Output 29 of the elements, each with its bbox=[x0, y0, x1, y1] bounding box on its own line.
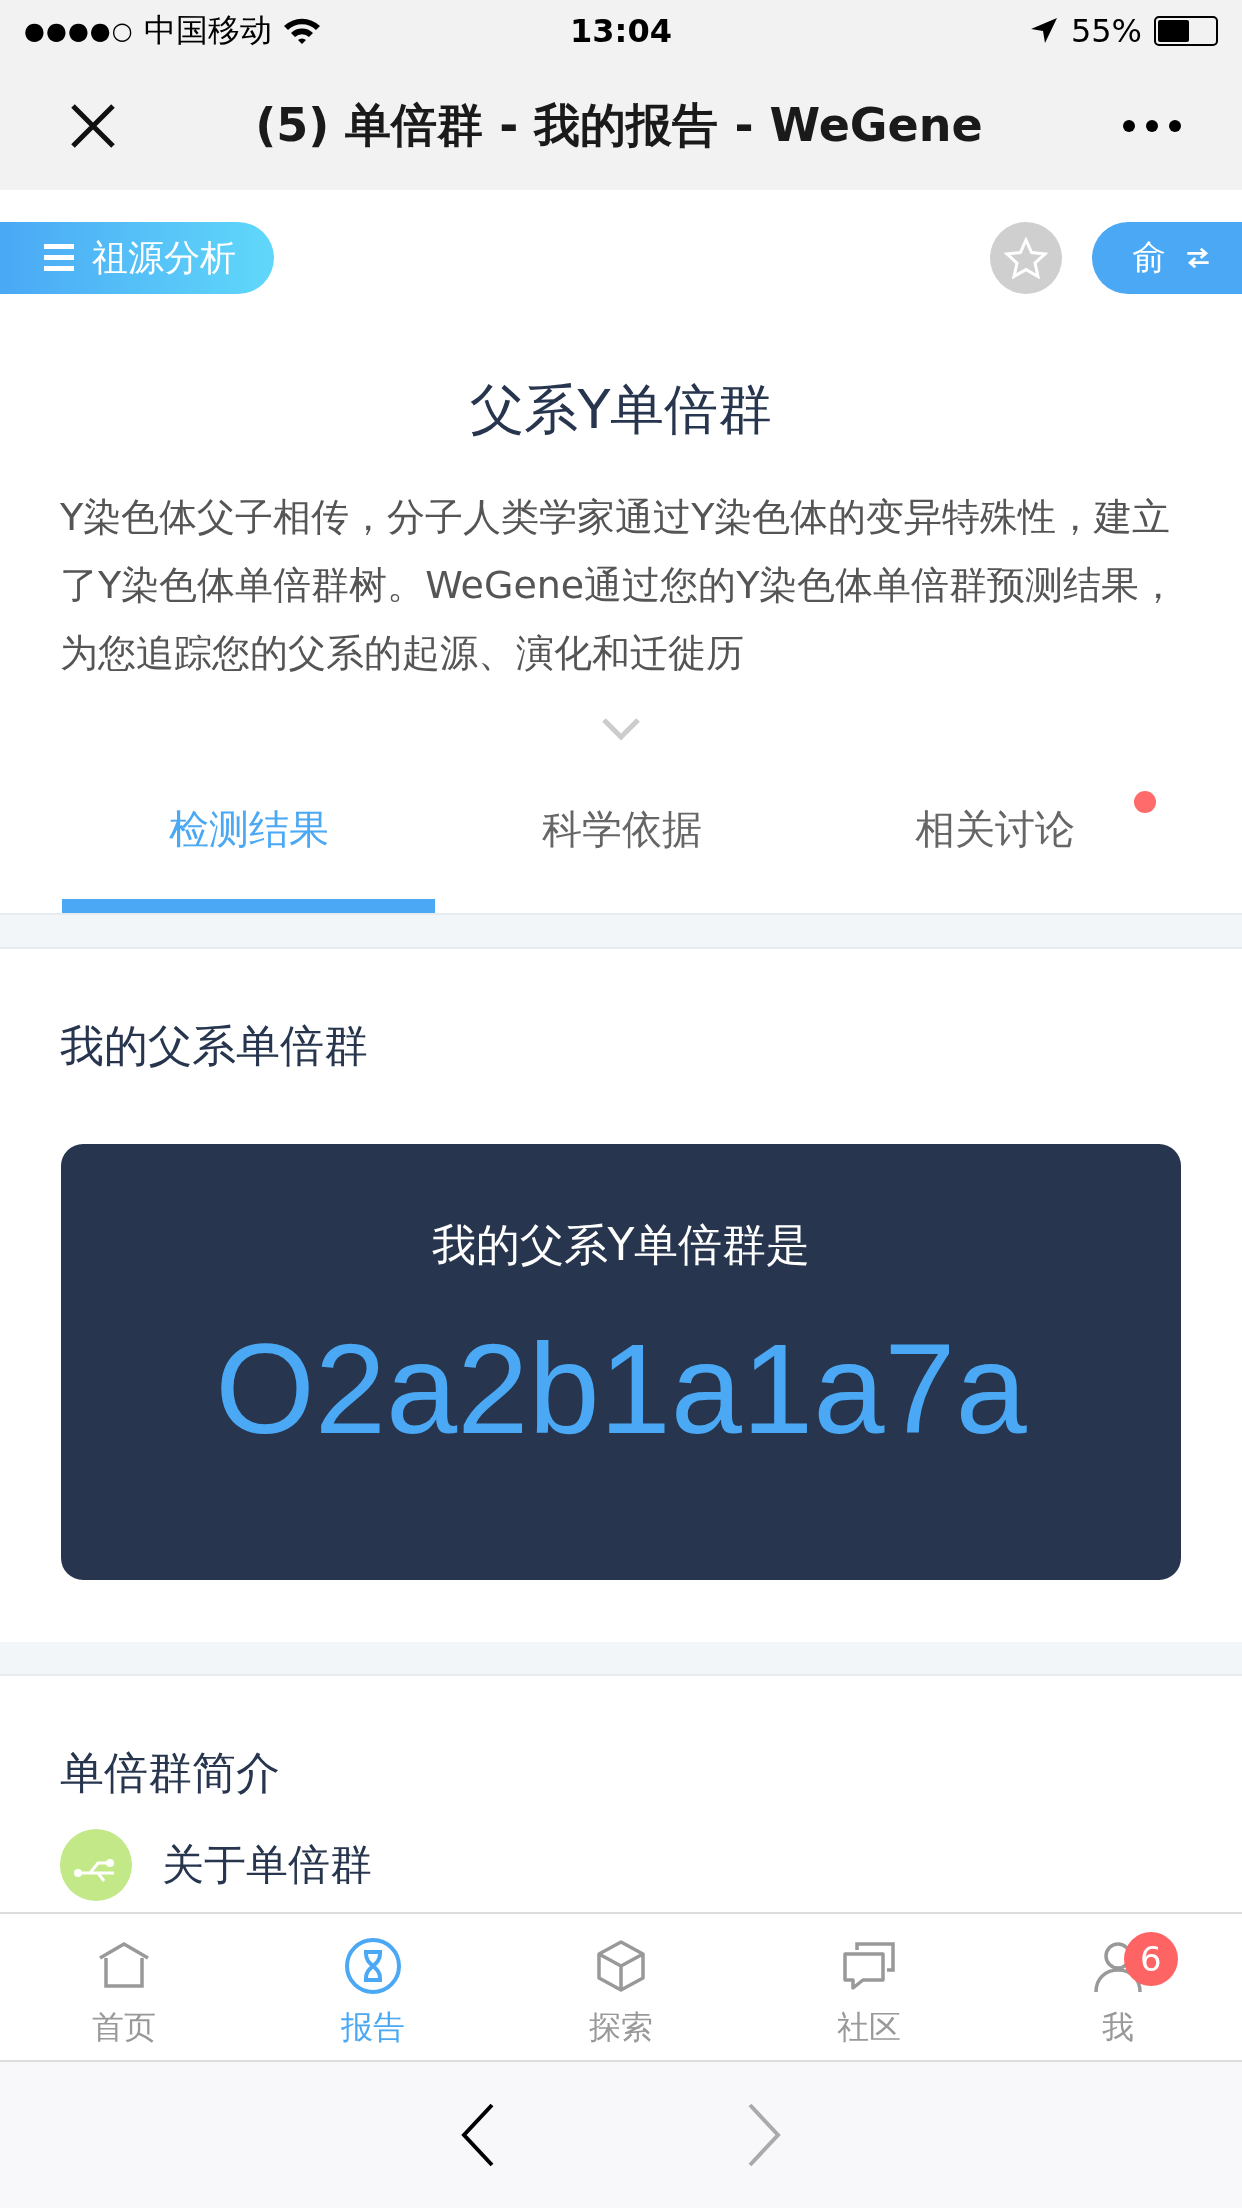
result-label: 我的父系Y单倍群是 bbox=[431, 1218, 811, 1272]
section-heading: 我的父系单倍群 bbox=[60, 1019, 369, 1073]
carrier-name: 中国移动 bbox=[143, 10, 272, 51]
back-icon[interactable] bbox=[460, 2103, 496, 2167]
tab-bar-item[interactable]: 首页 bbox=[0, 1914, 249, 2060]
battery-percent: 55% bbox=[1070, 12, 1142, 50]
page-title-text: (5) 单倍群 - 我的报告 - WeGene bbox=[254, 97, 984, 154]
category-menu-button[interactable]: 祖源分析 bbox=[0, 222, 274, 294]
star-icon bbox=[1004, 237, 1048, 279]
tab-bar-item[interactable]: 探索 bbox=[496, 1914, 746, 2060]
tab-bar-item[interactable]: 社区 bbox=[745, 1914, 994, 2060]
tab[interactable]: 相关讨论 bbox=[808, 751, 1182, 913]
signal-strength: ●●●●○ bbox=[24, 17, 134, 45]
list-item-label[interactable]: 关于单倍群 bbox=[162, 1837, 372, 1893]
usb-icon bbox=[60, 1829, 132, 1901]
haplogroup-value: O2a2b1a1a7a bbox=[215, 1316, 1027, 1462]
more-icon[interactable] bbox=[1122, 119, 1182, 133]
tab-bar-item[interactable]: 报告 bbox=[248, 1914, 497, 2060]
tab-bar-item[interactable]: 我 6 bbox=[993, 1914, 1242, 2060]
tab[interactable]: 科学依据 bbox=[435, 751, 809, 913]
battery-icon bbox=[1154, 16, 1218, 46]
notification-badge: 6 bbox=[1123, 1932, 1178, 1986]
section-heading: 单倍群简介 bbox=[60, 1746, 281, 1800]
report-title: 父系Y单倍群 bbox=[468, 377, 774, 443]
menu-icon bbox=[44, 244, 74, 272]
profile-switch-button[interactable]: 俞 bbox=[1092, 222, 1242, 294]
description-text: Y染色体父子相传，分子人类学家通过Y染色体的变异特殊性，建立了Y染色体单倍群树。WeGene通过您的Y染色体单倍群预测结果，为您追踪您的父系的起源、演化和迁徙历 bbox=[60, 494, 1179, 677]
clock-time: 13:04 bbox=[570, 12, 672, 50]
close-icon[interactable] bbox=[70, 103, 116, 149]
